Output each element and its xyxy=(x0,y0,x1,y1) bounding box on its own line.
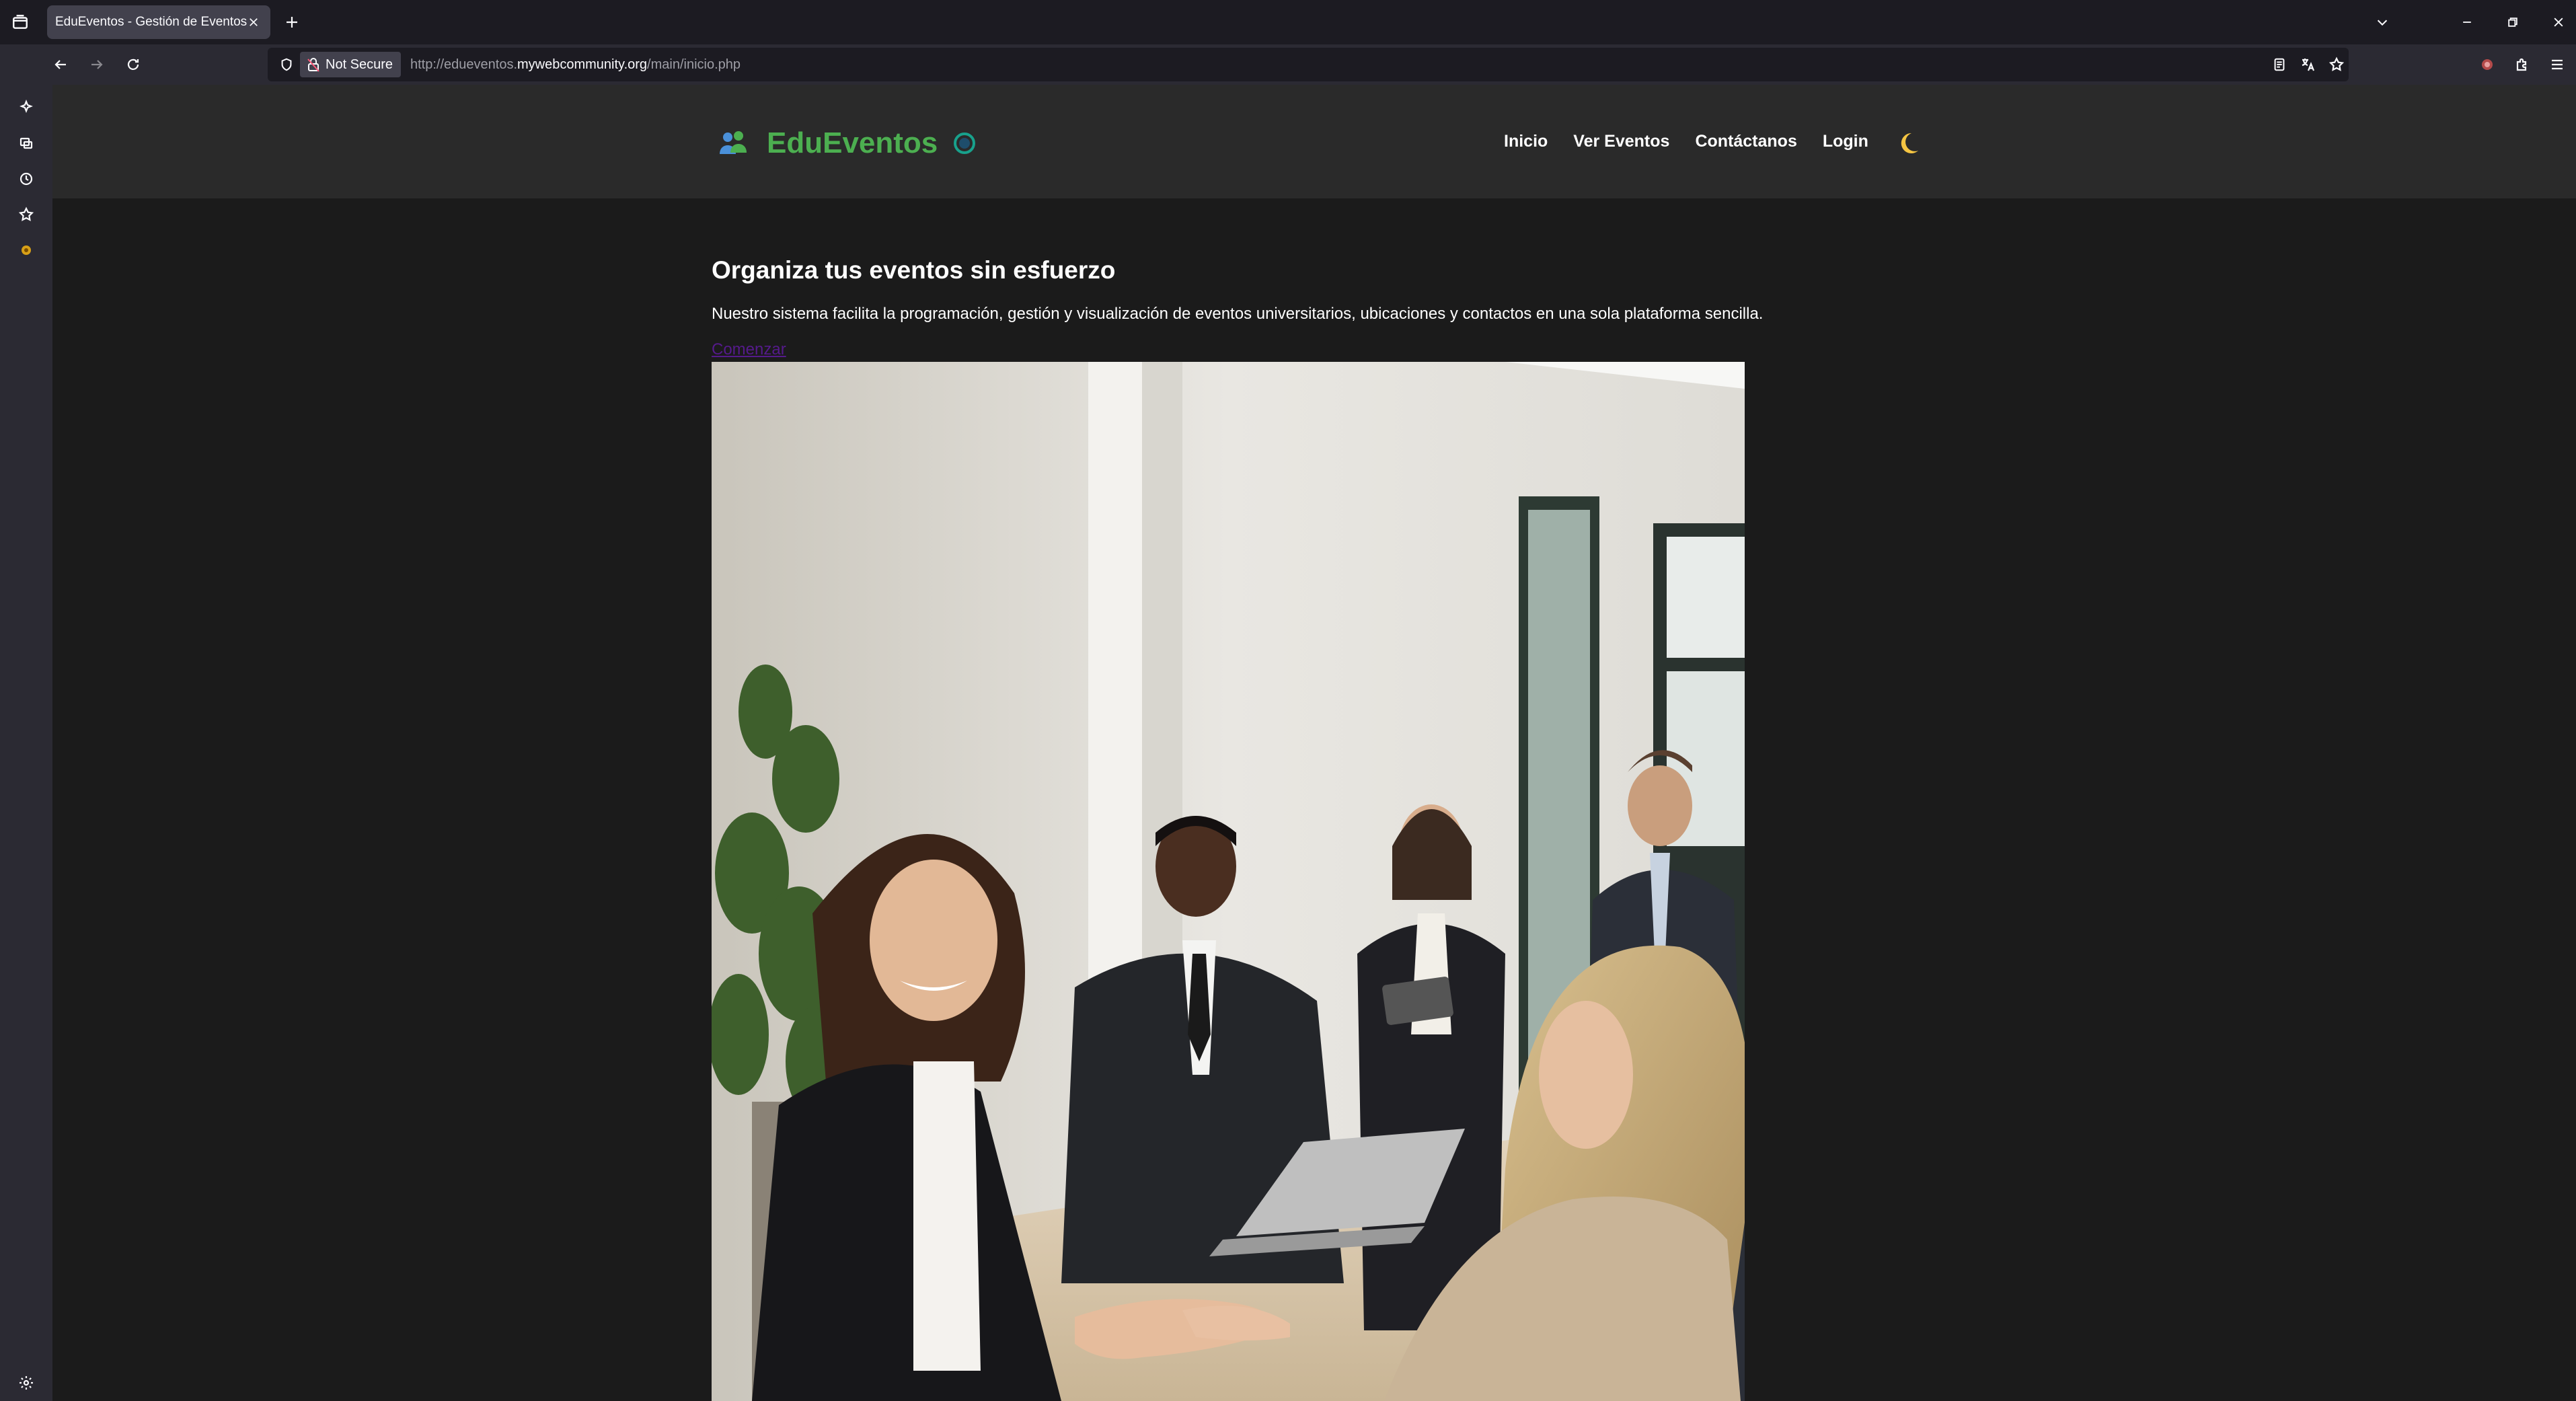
minimize-icon[interactable] xyxy=(2454,9,2480,36)
reader-view-icon[interactable] xyxy=(2266,51,2293,78)
tab-overview-icon[interactable] xyxy=(7,9,34,36)
url-text[interactable]: http://edueventos.mywebcommunity.org/mai… xyxy=(410,48,741,81)
extension-icon[interactable] xyxy=(2474,51,2501,78)
forward-icon[interactable] xyxy=(83,51,110,78)
new-tab-icon[interactable] xyxy=(278,9,305,36)
browser-sidebar xyxy=(0,44,52,1401)
moon-icon[interactable] xyxy=(1894,129,1922,157)
chevron-down-icon[interactable] xyxy=(2369,9,2396,36)
brand[interactable]: EduEventos xyxy=(718,121,977,165)
synced-tabs-icon[interactable] xyxy=(13,130,40,157)
insecure-lock-icon xyxy=(307,58,319,72)
site-nav: Inicio Ver Eventos Contáctanos Login xyxy=(1504,132,1894,151)
not-secure-badge[interactable]: Not Secure xyxy=(300,52,401,77)
bookmark-star-icon[interactable] xyxy=(2323,51,2350,78)
tracking-shield-icon[interactable] xyxy=(273,51,300,78)
close-icon[interactable] xyxy=(243,12,264,32)
history-icon[interactable] xyxy=(13,165,40,192)
reload-icon[interactable] xyxy=(120,51,147,78)
extensions-puzzle-icon[interactable] xyxy=(2509,51,2536,78)
nav-link-ver-eventos[interactable]: Ver Eventos xyxy=(1573,132,1669,151)
extension-sidebar-icon[interactable] xyxy=(13,237,40,264)
nav-link-contactanos[interactable]: Contáctanos xyxy=(1695,132,1796,151)
menu-icon[interactable] xyxy=(2544,51,2571,78)
hero-image xyxy=(712,362,1745,1401)
tab-title: EduEventos - Gestión de Eventos xyxy=(55,15,248,29)
translate-icon[interactable] xyxy=(2295,51,2322,78)
bookmarks-icon[interactable] xyxy=(13,201,40,228)
nav-link-inicio[interactable]: Inicio xyxy=(1504,132,1548,151)
web-page: EduEventos Inicio Ver Eventos Contáctano… xyxy=(52,85,2576,1401)
brand-name: EduEventos xyxy=(767,126,938,159)
restore-icon[interactable] xyxy=(2499,9,2526,36)
hero-description: Nuestro sistema facilita la programación… xyxy=(712,305,1764,323)
users-logo-icon xyxy=(720,131,747,154)
site-header: EduEventos Inicio Ver Eventos Contáctano… xyxy=(52,85,2576,198)
hero-title: Organiza tus eventos sin esfuerzo xyxy=(712,256,1116,284)
not-secure-label: Not Secure xyxy=(326,56,393,72)
ai-chatbot-icon[interactable] xyxy=(13,94,40,121)
url-host: mywebcommunity.org xyxy=(517,57,648,72)
browser-tab-active[interactable]: EduEventos - Gestión de Eventos xyxy=(47,5,270,39)
url-bar[interactable]: Not Secure http://edueventos.mywebcommun… xyxy=(268,48,2349,81)
browser-tab-bar: EduEventos - Gestión de Eventos xyxy=(0,0,2576,44)
url-prefix: http://edueventos. xyxy=(410,57,518,72)
url-path: /main/inicio.php xyxy=(647,57,741,72)
comenzar-link[interactable]: Comenzar xyxy=(712,340,786,359)
window-close-icon[interactable] xyxy=(2545,9,2572,36)
settings-gear-icon[interactable] xyxy=(13,1369,40,1396)
browser-navigation-bar: Not Secure http://edueventos.mywebcommun… xyxy=(0,44,2576,85)
brand-badge-icon xyxy=(954,132,976,154)
nav-link-login[interactable]: Login xyxy=(1823,132,1868,151)
